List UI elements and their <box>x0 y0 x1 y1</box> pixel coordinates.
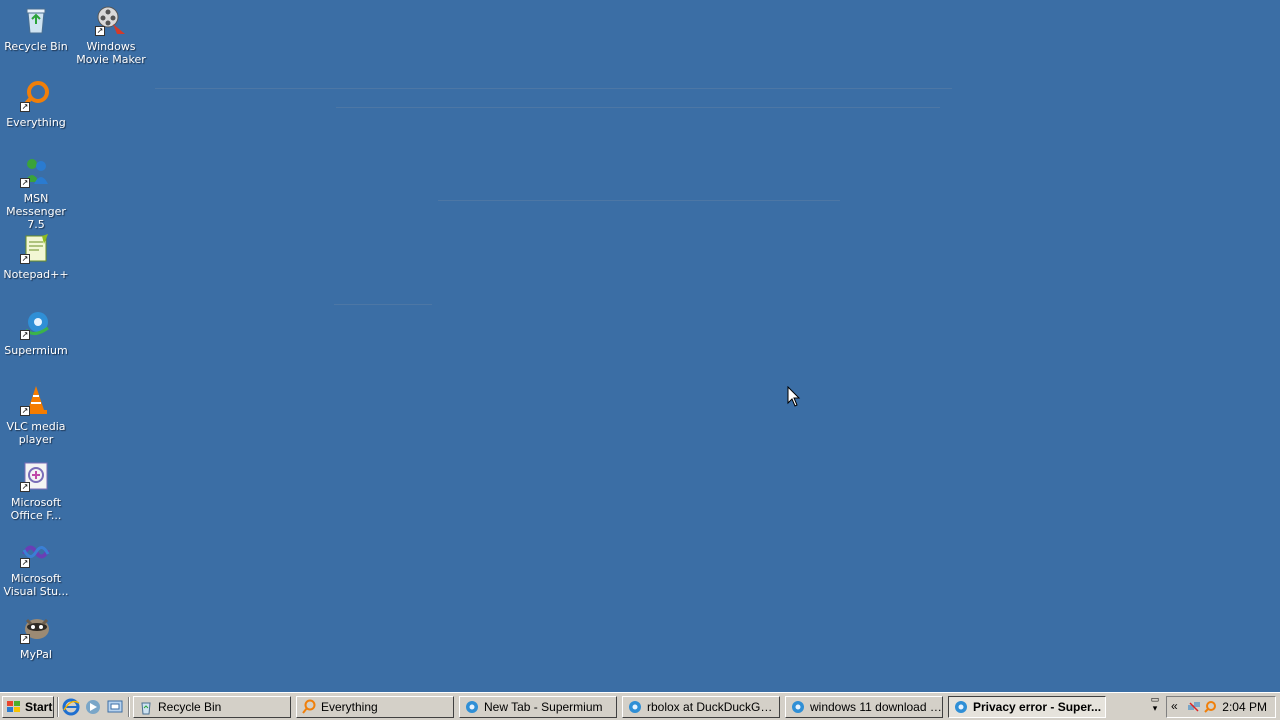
taskbar: Start Recycle Bin Everything New Tab - S… <box>0 692 1280 720</box>
vlc-icon: ↗ <box>20 384 52 416</box>
supermium-icon: ↗ <box>20 308 52 340</box>
recycle-bin-icon <box>138 699 154 715</box>
system-tray: « 2:04 PM <box>1166 696 1276 718</box>
everything-tray-icon[interactable] <box>1203 700 1217 714</box>
desktop-icon-vlc[interactable]: ↗ VLC media player <box>0 384 72 446</box>
quick-launch-internet-explorer[interactable] <box>62 698 80 716</box>
notepad-plus-plus-icon: ↗ <box>20 232 52 264</box>
desktop: Recycle Bin ↗ Windows Movie Maker ↗ Ever… <box>0 0 1280 692</box>
clock[interactable]: 2:04 PM <box>1222 700 1267 714</box>
desktop-icon-windows-movie-maker[interactable]: ↗ Windows Movie Maker <box>75 4 147 66</box>
supermium-icon <box>464 699 480 715</box>
task-button-windows-11-download[interactable]: windows 11 download at... <box>785 696 943 718</box>
desktop-icon-label: Microsoft Visual Stu... <box>3 572 69 598</box>
desktop-icon-notepad-plus-plus[interactable]: ↗ Notepad++ <box>0 232 72 281</box>
network-icon[interactable] <box>1187 700 1201 714</box>
desktop-icon-label: Everything <box>6 116 66 129</box>
desktop-icon-everything[interactable]: ↗ Everything <box>0 80 72 129</box>
office-icon: ↗ <box>20 460 52 492</box>
toolbar-restore-icon[interactable]: ▭ ▾ <box>1149 695 1161 717</box>
desktop-icon-label: Recycle Bin <box>4 40 68 53</box>
task-label: windows 11 download at... <box>810 700 942 714</box>
desktop-icon-microsoft-visual-studio[interactable]: ↗ Microsoft Visual Stu... <box>0 536 72 598</box>
internet-explorer-icon <box>62 698 80 716</box>
task-label: Recycle Bin <box>158 700 222 714</box>
tray-expand-chevron[interactable]: « <box>1171 699 1178 713</box>
mouse-cursor-icon <box>787 386 801 407</box>
start-button[interactable]: Start <box>2 696 54 718</box>
visual-studio-icon: ↗ <box>20 536 52 568</box>
task-label: Privacy error - Super... <box>973 700 1102 714</box>
task-button-recycle-bin[interactable]: Recycle Bin <box>133 696 291 718</box>
desktop-icon-microsoft-office[interactable]: ↗ Microsoft Office F... <box>0 460 72 522</box>
media-icon <box>86 700 100 714</box>
mypal-icon: ↗ <box>20 612 52 644</box>
start-label: Start <box>25 700 53 714</box>
task-label: Everything <box>321 700 378 714</box>
desktop-icon-label: MyPal <box>20 648 52 661</box>
desktop-icon-label: Supermium <box>4 344 68 357</box>
screen-artifact-line <box>336 107 940 108</box>
task-button-privacy-error[interactable]: Privacy error - Super... <box>948 696 1106 718</box>
desktop-icon-label: VLC media player <box>6 420 66 446</box>
show-desktop-icon <box>107 700 123 713</box>
task-label: rbolox at DuckDuckGo - ... <box>647 700 779 714</box>
screen-artifact-line <box>334 304 432 305</box>
task-button-everything[interactable]: Everything <box>296 696 454 718</box>
desktop-icon-label: MSN Messenger 7.5 <box>6 192 66 231</box>
everything-icon: ↗ <box>20 80 52 112</box>
desktop-icon-supermium[interactable]: ↗ Supermium <box>0 308 72 357</box>
desktop-icon-label: Microsoft Office F... <box>10 496 62 522</box>
taskbar-separator <box>128 697 130 717</box>
task-label: New Tab - Supermium <box>484 700 603 714</box>
task-button-duckduckgo[interactable]: rbolox at DuckDuckGo - ... <box>622 696 780 718</box>
desktop-icon-msn-messenger[interactable]: ↗ MSN Messenger 7.5 <box>0 156 72 231</box>
everything-icon <box>301 699 317 715</box>
screen-artifact-line <box>155 88 952 89</box>
movie-maker-icon: ↗ <box>95 4 127 36</box>
desktop-icon-label: Notepad++ <box>3 268 69 281</box>
supermium-icon <box>627 699 643 715</box>
supermium-icon <box>790 699 806 715</box>
taskbar-separator <box>57 697 59 717</box>
msn-messenger-icon: ↗ <box>20 156 52 188</box>
task-button-new-tab[interactable]: New Tab - Supermium <box>459 696 617 718</box>
screen-artifact-line <box>438 200 840 201</box>
desktop-icon-label: Windows Movie Maker <box>76 40 146 66</box>
desktop-icon-recycle-bin[interactable]: Recycle Bin <box>0 4 72 53</box>
supermium-icon <box>953 699 969 715</box>
quick-launch-media[interactable] <box>84 698 102 716</box>
desktop-icon-mypal[interactable]: ↗ MyPal <box>0 612 72 661</box>
quick-launch-show-desktop[interactable] <box>106 698 124 716</box>
recycle-bin-icon <box>20 4 52 36</box>
windows-logo-icon <box>7 701 20 712</box>
